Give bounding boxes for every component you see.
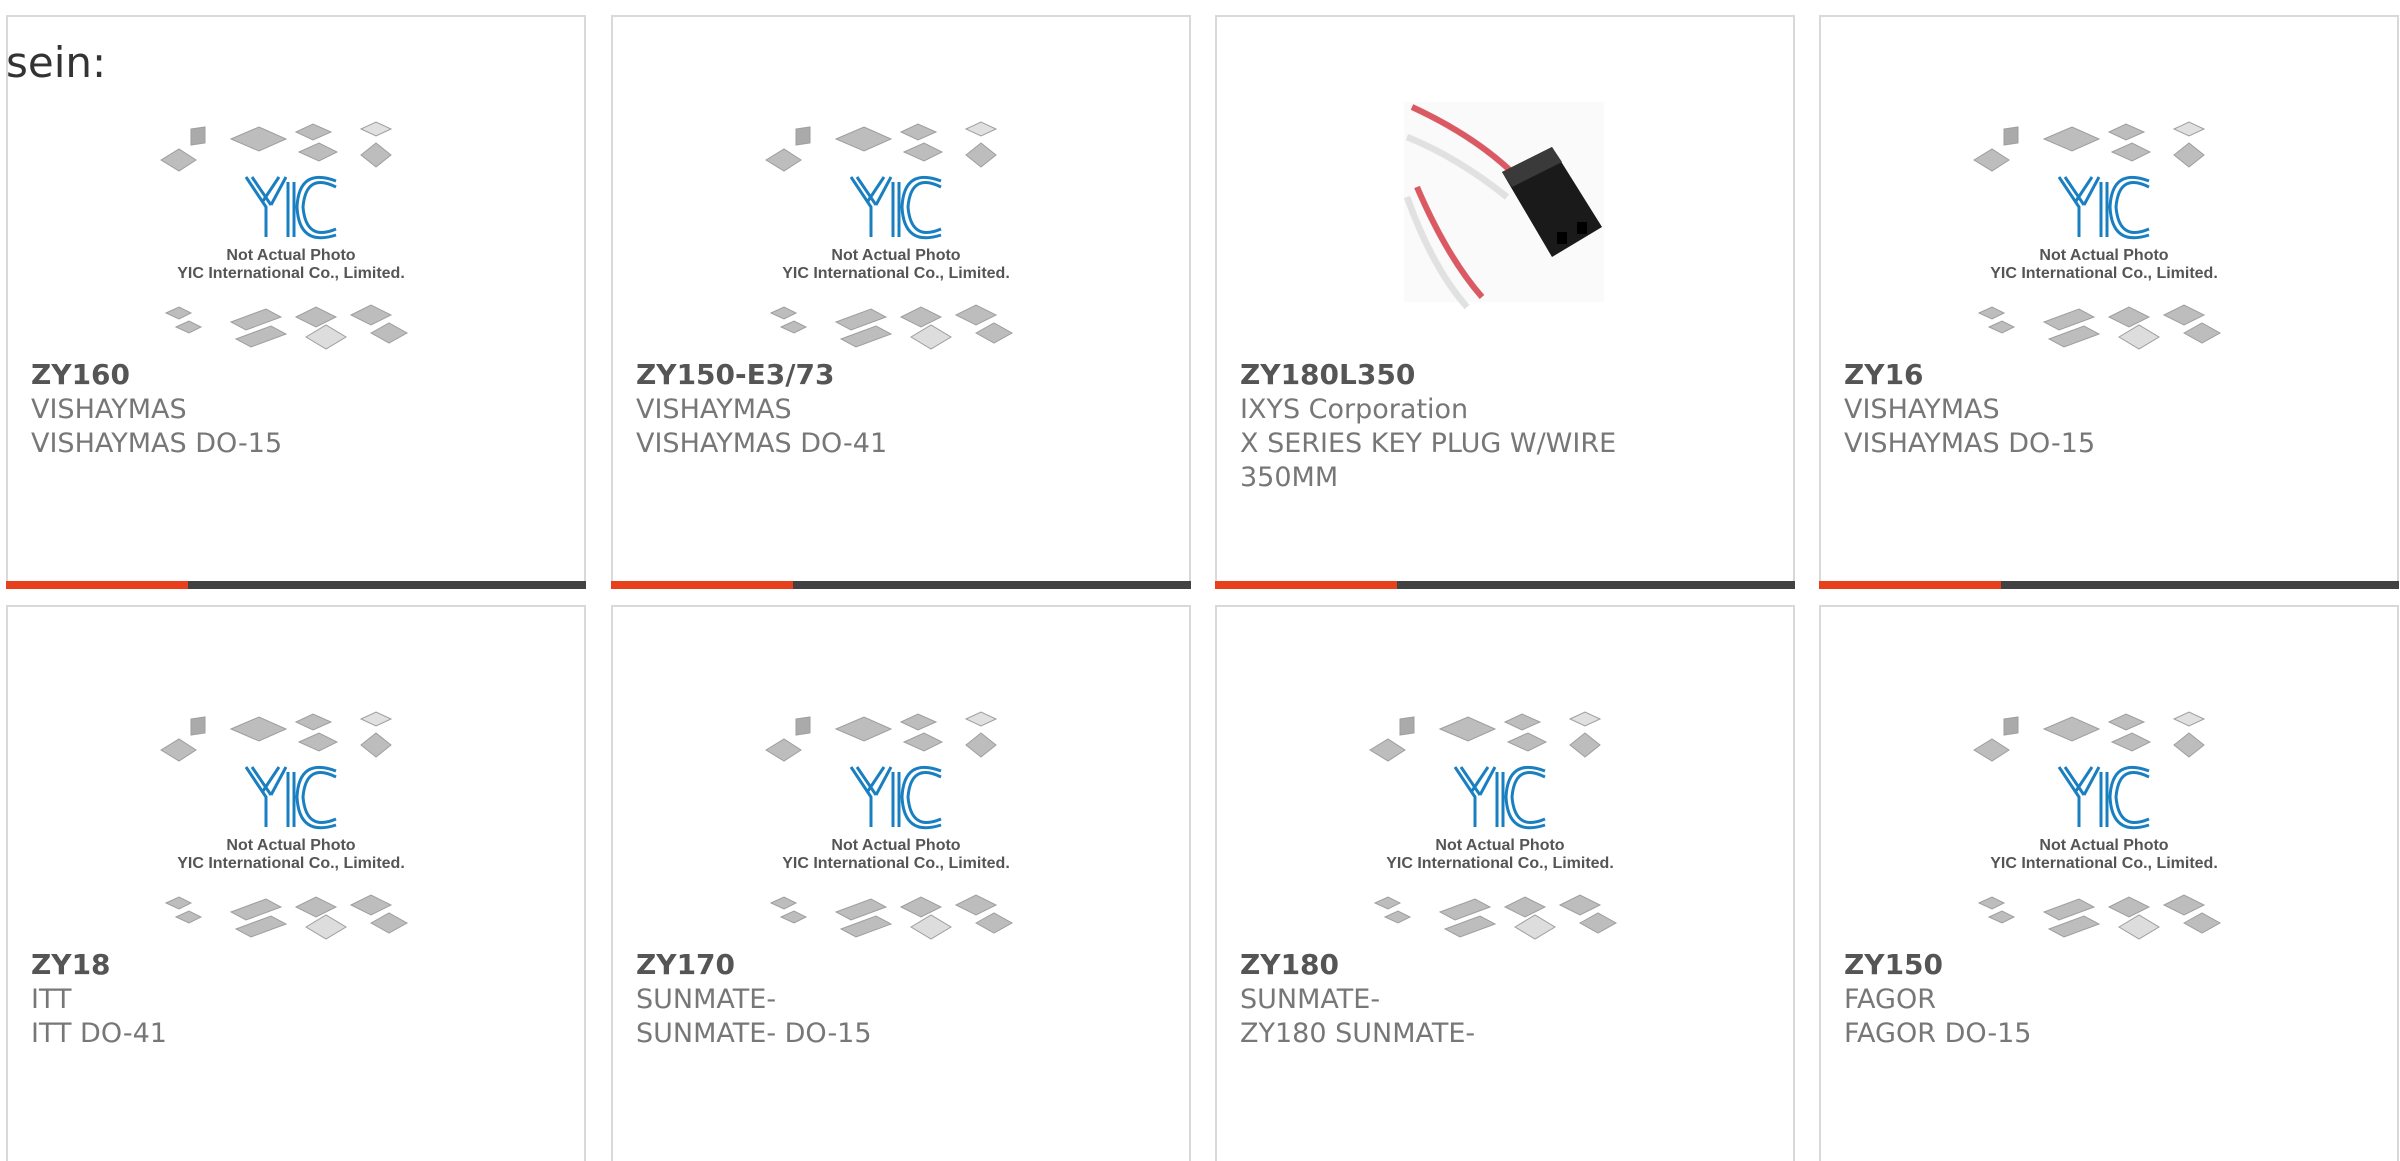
- card-accent-bar: [611, 581, 1191, 589]
- placeholder-graphic: Not Actual PhotoYIC International Co., L…: [1973, 121, 2222, 350]
- product-card[interactable]: ZY180L350 IXYS Corporation X SERIES KEY …: [1215, 15, 1795, 589]
- placeholder-text-line2: YIC International Co., Limited.: [177, 855, 405, 872]
- product-image[interactable]: Not Actual Photo YIC International Co., L…: [8, 667, 584, 957]
- manufacturer: IXYS Corporation: [1240, 394, 1469, 425]
- section-label: sein:: [6, 38, 107, 87]
- description: VISHAYMAS DO-15: [31, 428, 283, 459]
- placeholder-text-line2: YIC International Co., Limited.: [1990, 855, 2218, 872]
- product-image[interactable]: Not Actual Photo YIC International Co., L…: [1821, 667, 2397, 957]
- card-accent-bar: [1819, 581, 2399, 589]
- product-image[interactable]: [1217, 77, 1793, 367]
- manufacturer: VISHAYMAS: [1844, 394, 2000, 425]
- product-card[interactable]: Not Actual Photo YIC International Co., L…: [611, 605, 1191, 1161]
- product-image[interactable]: Not Actual Photo YIC International Co., L…: [8, 77, 584, 367]
- product-image[interactable]: Not Actual Photo YIC International Co., L…: [613, 77, 1189, 367]
- description: X SERIES KEY PLUG W/WIRE 350MM: [1240, 428, 1617, 493]
- part-number[interactable]: ZY150-E3/73: [636, 357, 1166, 393]
- description: VISHAYMAS DO-41: [636, 428, 888, 459]
- product-card[interactable]: Not Actual Photo YIC International Co., L…: [1819, 15, 2399, 589]
- product-card[interactable]: Not Actual Photo YIC International Co., L…: [6, 15, 586, 589]
- description: VISHAYMAS DO-15: [1844, 428, 2096, 459]
- product-card[interactable]: Not Actual Photo YIC International Co., L…: [1819, 605, 2399, 1161]
- placeholder-graphic: Not Actual PhotoYIC International Co., L…: [160, 711, 409, 940]
- placeholder-graphic: Not Actual PhotoYIC International Co., L…: [160, 121, 409, 350]
- manufacturer: SUNMATE-: [1240, 984, 1381, 1015]
- placeholder-text-line1: Not Actual Photo: [831, 247, 960, 264]
- yic-logo-icon: [244, 175, 337, 240]
- yic-logo-icon: [849, 175, 942, 240]
- manufacturer: VISHAYMAS: [31, 394, 187, 425]
- manufacturer: ITT: [31, 984, 72, 1015]
- part-number[interactable]: ZY16: [1844, 357, 2374, 393]
- card-accent-bar: [6, 581, 586, 589]
- connector-photo: [1403, 102, 1604, 310]
- product-image[interactable]: Not Actual Photo YIC International Co., L…: [1821, 77, 2397, 367]
- manufacturer: FAGOR: [1844, 984, 1936, 1015]
- part-number[interactable]: ZY180: [1240, 947, 1770, 983]
- placeholder-text-line1: Not Actual Photo: [2039, 837, 2168, 854]
- yic-logo-icon: [2057, 175, 2150, 240]
- placeholder-text-line1: Not Actual Photo: [226, 837, 355, 854]
- part-number[interactable]: ZY180L350: [1240, 357, 1770, 393]
- manufacturer: VISHAYMAS: [636, 394, 792, 425]
- placeholder-graphic: Not Actual PhotoYIC International Co., L…: [1973, 711, 2222, 940]
- placeholder-text-line2: YIC International Co., Limited.: [1990, 265, 2218, 282]
- yic-logo-icon: [1453, 765, 1546, 830]
- placeholder-graphic: Not Actual PhotoYIC International Co., L…: [1369, 711, 1618, 940]
- placeholder-text-line1: Not Actual Photo: [1435, 837, 1564, 854]
- yic-logo-icon: [2057, 765, 2150, 830]
- placeholder-text-line2: YIC International Co., Limited.: [1386, 855, 1614, 872]
- part-number[interactable]: ZY18: [31, 947, 561, 983]
- description: ZY180 SUNMATE-: [1240, 1018, 1476, 1049]
- product-card[interactable]: Not Actual Photo YIC International Co., L…: [1215, 605, 1795, 1161]
- product-card[interactable]: Not Actual Photo YIC International Co., L…: [6, 605, 586, 1161]
- yic-logo-icon: [849, 765, 942, 830]
- placeholder-text-line1: Not Actual Photo: [2039, 247, 2168, 264]
- part-number[interactable]: ZY160: [31, 357, 561, 393]
- card-accent-bar: [1215, 581, 1795, 589]
- part-number[interactable]: ZY170: [636, 947, 1166, 983]
- product-grid-page: sein: Not Actual Photo YIC International …: [0, 0, 2400, 1161]
- product-card[interactable]: Not Actual Photo YIC International Co., L…: [611, 15, 1191, 589]
- manufacturer: SUNMATE-: [636, 984, 777, 1015]
- placeholder-graphic: Not Actual PhotoYIC International Co., L…: [765, 711, 1014, 940]
- description: SUNMATE- DO-15: [636, 1018, 872, 1049]
- product-image[interactable]: Not Actual Photo YIC International Co., L…: [1217, 667, 1793, 957]
- description: FAGOR DO-15: [1844, 1018, 2032, 1049]
- placeholder-graphic: Not Actual PhotoYIC International Co., L…: [765, 121, 1014, 350]
- placeholder-text-line2: YIC International Co., Limited.: [782, 265, 1010, 282]
- part-number[interactable]: ZY150: [1844, 947, 2374, 983]
- placeholder-text-line1: Not Actual Photo: [226, 247, 355, 264]
- placeholder-text-line2: YIC International Co., Limited.: [782, 855, 1010, 872]
- product-image[interactable]: Not Actual Photo YIC International Co., L…: [613, 667, 1189, 957]
- yic-logo-icon: [244, 765, 337, 830]
- placeholder-text-line1: Not Actual Photo: [831, 837, 960, 854]
- placeholder-text-line2: YIC International Co., Limited.: [177, 265, 405, 282]
- description: ITT DO-41: [31, 1018, 167, 1049]
